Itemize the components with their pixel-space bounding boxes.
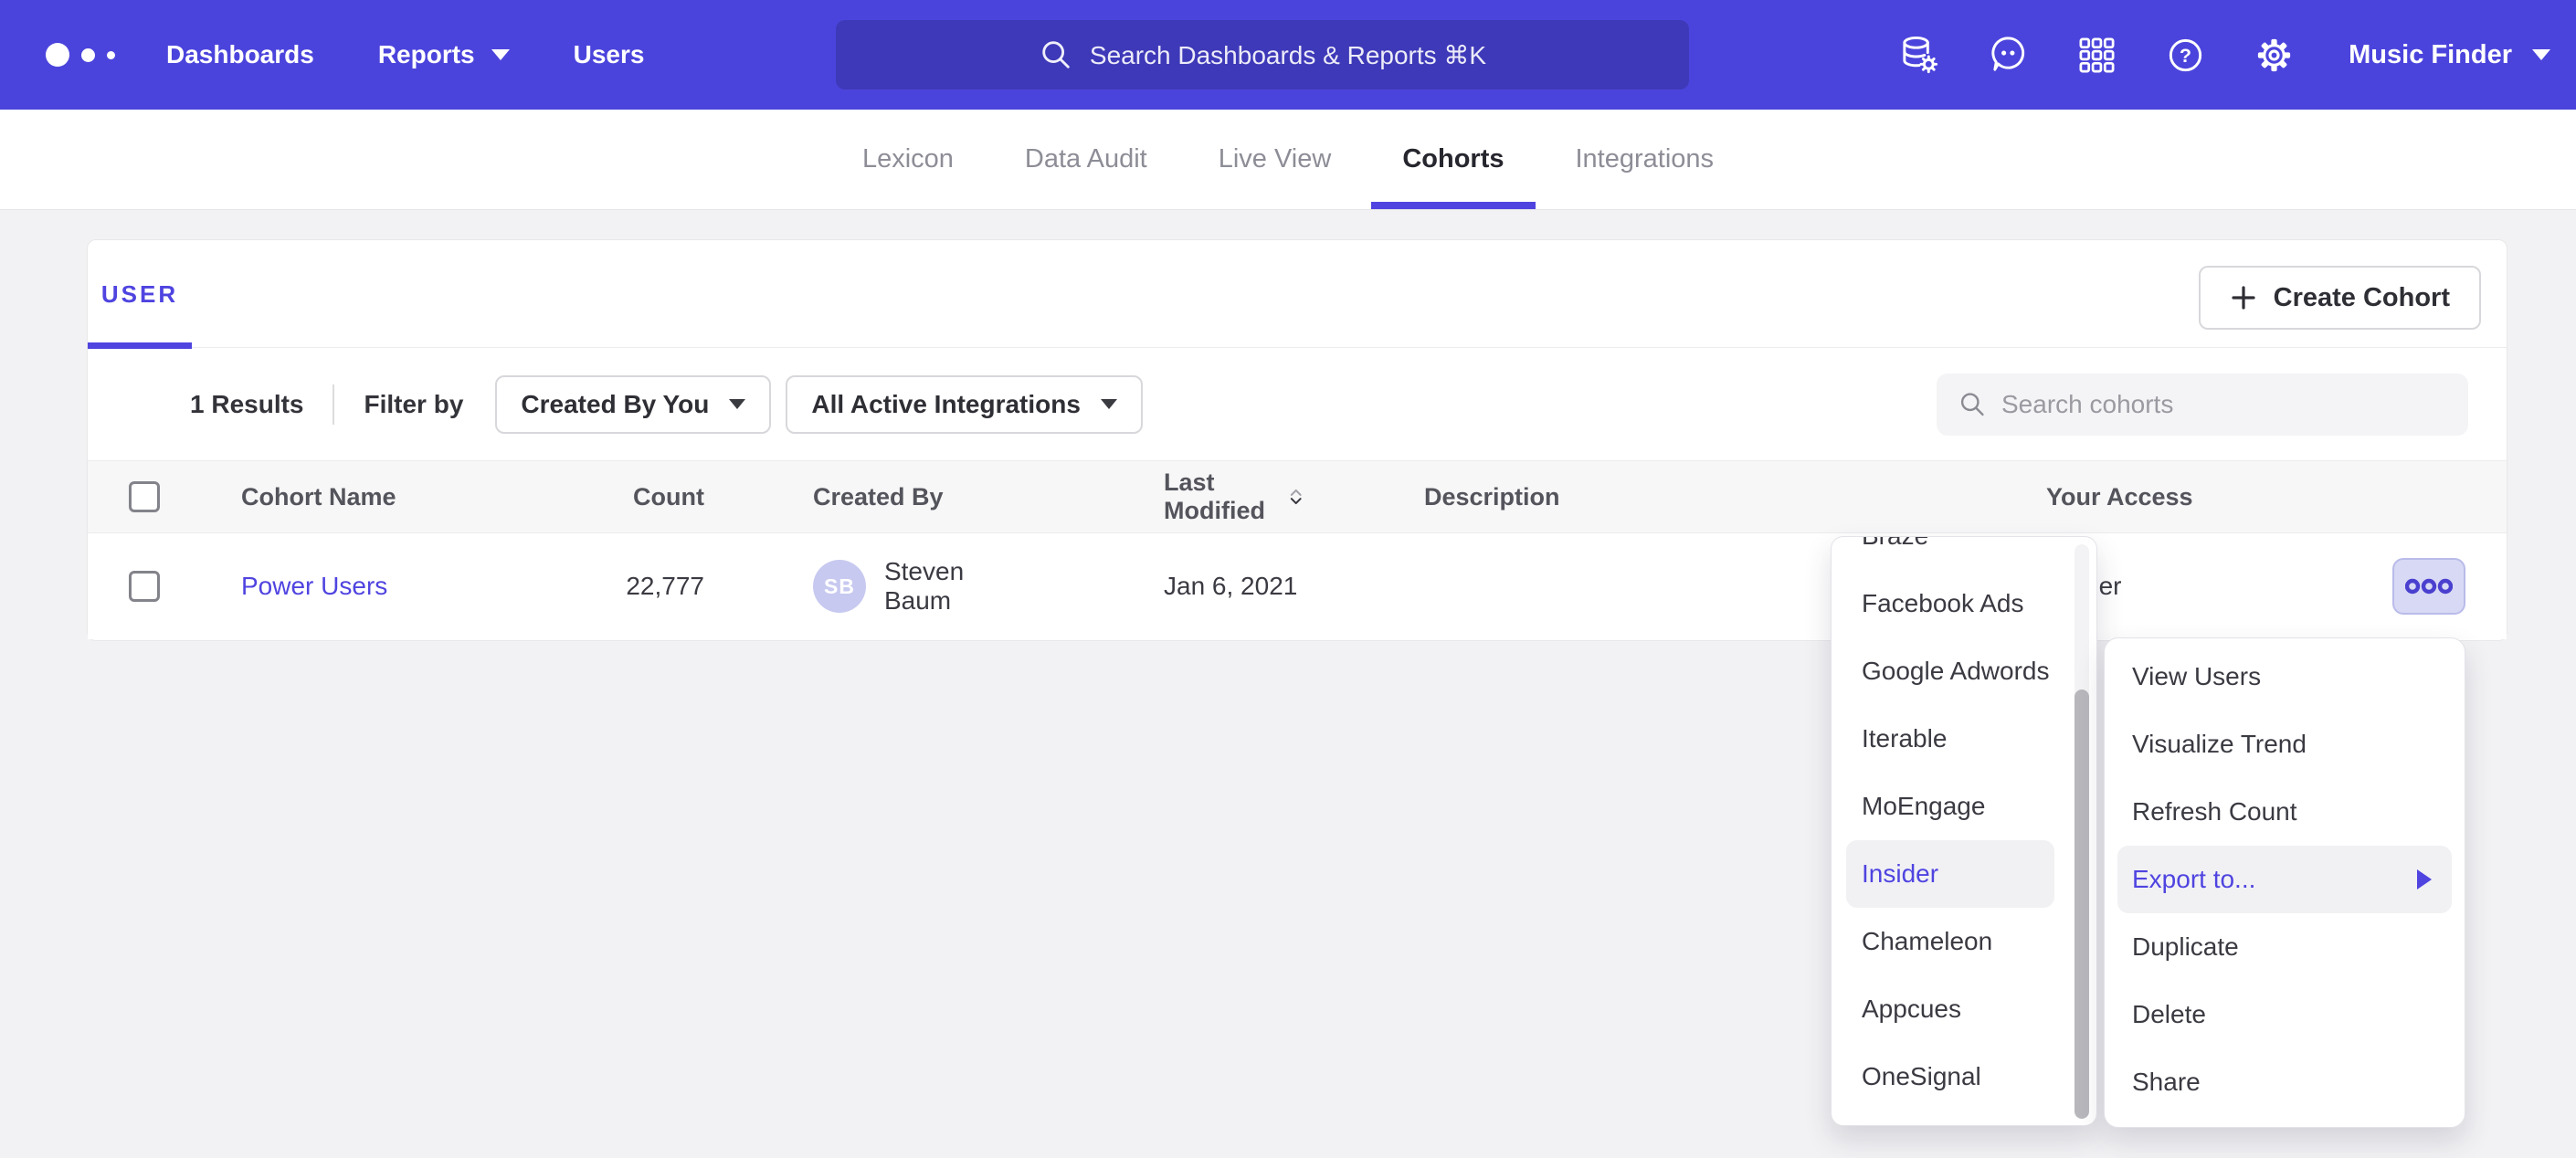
menu-item-moengage[interactable]: MoEngage bbox=[1832, 773, 2096, 840]
project-switcher[interactable]: Music Finder bbox=[2349, 40, 2550, 70]
tab-data-audit[interactable]: Data Audit bbox=[994, 110, 1178, 209]
cohort-search-box bbox=[1937, 374, 2468, 436]
data-management-tabs: Lexicon Data Audit Live View Cohorts Int… bbox=[0, 110, 2576, 210]
three-dots-actions-icon bbox=[2405, 578, 2453, 595]
cohorts-card: USER Create Cohort 1 Results Filter by C… bbox=[87, 239, 2507, 641]
logo-dot-medium bbox=[81, 48, 95, 62]
menu-item-appcues[interactable]: Appcues bbox=[1832, 975, 2096, 1043]
divider bbox=[333, 384, 334, 425]
menu-item-visualize-trend[interactable]: Visualize Trend bbox=[2105, 711, 2465, 778]
tab-live-view[interactable]: Live View bbox=[1188, 110, 1363, 209]
cohort-search-input[interactable] bbox=[2001, 390, 2446, 419]
row-actions-menu: View Users Visualize Trend Refresh Count… bbox=[2104, 637, 2465, 1128]
tab-cohorts[interactable]: Cohorts bbox=[1371, 110, 1535, 209]
project-name: Music Finder bbox=[2349, 40, 2512, 70]
menu-item-delete[interactable]: Delete bbox=[2105, 981, 2465, 1048]
chevron-down-icon bbox=[1101, 399, 1117, 409]
search-icon bbox=[1958, 389, 1987, 420]
svg-text:?: ? bbox=[2180, 44, 2191, 66]
column-header-last-modified[interactable]: Last Modified bbox=[1038, 468, 1303, 525]
settings-gear-icon[interactable] bbox=[2253, 34, 2296, 77]
tab-integrations[interactable]: Integrations bbox=[1545, 110, 1746, 209]
create-cohort-button[interactable]: Create Cohort bbox=[2199, 266, 2481, 330]
menu-item-export-to[interactable]: Export to... bbox=[2117, 846, 2452, 913]
row-checkbox[interactable] bbox=[129, 571, 160, 602]
chevron-down-icon bbox=[491, 49, 510, 60]
cohorts-card-header: USER Create Cohort bbox=[88, 240, 2507, 348]
results-count: 1 Results bbox=[190, 390, 304, 419]
help-icon[interactable]: ? bbox=[2164, 34, 2207, 77]
menu-item-facebook-ads[interactable]: Facebook Ads bbox=[1832, 570, 2096, 637]
plus-icon bbox=[2230, 284, 2257, 311]
feedback-chat-icon[interactable] bbox=[1987, 34, 2030, 77]
filter-by-label: Filter by bbox=[364, 390, 464, 419]
filter-row: 1 Results Filter by Created By You All A… bbox=[88, 348, 2507, 460]
menu-item-iterable[interactable]: Iterable bbox=[1832, 705, 2096, 773]
menu-item-insider[interactable]: Insider bbox=[1846, 840, 2054, 908]
menu-item-duplicate[interactable]: Duplicate bbox=[2105, 913, 2465, 981]
nav-reports[interactable]: Reports bbox=[378, 40, 510, 69]
select-all-checkbox[interactable] bbox=[129, 481, 160, 512]
submenu-arrow-icon bbox=[2417, 869, 2432, 890]
tab-lexicon[interactable]: Lexicon bbox=[831, 110, 985, 209]
created-by-cell: SB Steven Baum bbox=[704, 557, 1038, 616]
menu-item-google-adwords[interactable]: Google Adwords bbox=[1832, 637, 2096, 705]
search-icon bbox=[1039, 37, 1073, 72]
table-header: Cohort Name Count Created By Last Modifi… bbox=[88, 460, 2507, 533]
column-header-created-by: Created By bbox=[704, 483, 1038, 511]
cohort-count: 22,777 bbox=[613, 572, 704, 601]
tab-user-cohorts[interactable]: USER bbox=[88, 240, 192, 348]
row-actions-button[interactable] bbox=[2392, 558, 2465, 615]
logo-dot-small bbox=[107, 51, 115, 59]
menu-item-chameleon[interactable]: Chameleon bbox=[1832, 908, 2096, 975]
nav-users[interactable]: Users bbox=[574, 40, 645, 69]
cohort-name-link[interactable]: Power Users bbox=[241, 572, 387, 600]
global-search-input[interactable]: Search Dashboards & Reports ⌘K bbox=[836, 20, 1689, 89]
topbar-right-icons: ? Music Finder bbox=[1898, 0, 2550, 110]
last-modified-cell: Jan 6, 2021 bbox=[1038, 572, 1303, 601]
column-header-cohort-name: Cohort Name bbox=[202, 483, 613, 511]
global-search-placeholder: Search Dashboards & Reports ⌘K bbox=[1090, 40, 1486, 70]
logo-dots-icon[interactable] bbox=[46, 43, 115, 67]
column-header-description: Description bbox=[1303, 483, 1919, 511]
export-destination-submenu: Braze Facebook Ads Google Adwords Iterab… bbox=[1831, 536, 2097, 1126]
topbar: Dashboards Reports Users Search Dashboar… bbox=[0, 0, 2576, 110]
column-header-count: Count bbox=[613, 483, 704, 511]
menu-item-braze[interactable]: Braze bbox=[1832, 536, 2096, 570]
sort-icon bbox=[1289, 483, 1303, 511]
menu-item-onesignal[interactable]: OneSignal bbox=[1832, 1043, 2096, 1111]
submenu-scrollbar-thumb[interactable] bbox=[2075, 690, 2089, 1119]
menu-item-refresh-count[interactable]: Refresh Count bbox=[2105, 778, 2465, 846]
apps-grid-icon[interactable] bbox=[2075, 34, 2118, 77]
data-management-icon[interactable] bbox=[1898, 34, 1941, 77]
integrations-filter-dropdown[interactable]: All Active Integrations bbox=[786, 375, 1143, 434]
top-navigation: Dashboards Reports Users bbox=[166, 40, 644, 69]
chevron-down-icon bbox=[729, 399, 745, 409]
menu-item-share[interactable]: Share bbox=[2105, 1048, 2465, 1116]
column-header-your-access: Your Access bbox=[1919, 483, 2507, 511]
created-by-filter-dropdown[interactable]: Created By You bbox=[495, 375, 771, 434]
menu-item-view-users[interactable]: View Users bbox=[2105, 643, 2465, 711]
nav-dashboards[interactable]: Dashboards bbox=[166, 40, 314, 69]
chevron-down-icon bbox=[2532, 49, 2550, 60]
table-row: Power Users 22,777 SB Steven Baum Jan 6,… bbox=[88, 533, 2507, 639]
export-destination-list: Braze Facebook Ads Google Adwords Iterab… bbox=[1832, 536, 2096, 1111]
logo-dot-large bbox=[46, 43, 69, 67]
creator-name: Steven Baum bbox=[884, 557, 1038, 616]
avatar: SB bbox=[813, 560, 866, 613]
